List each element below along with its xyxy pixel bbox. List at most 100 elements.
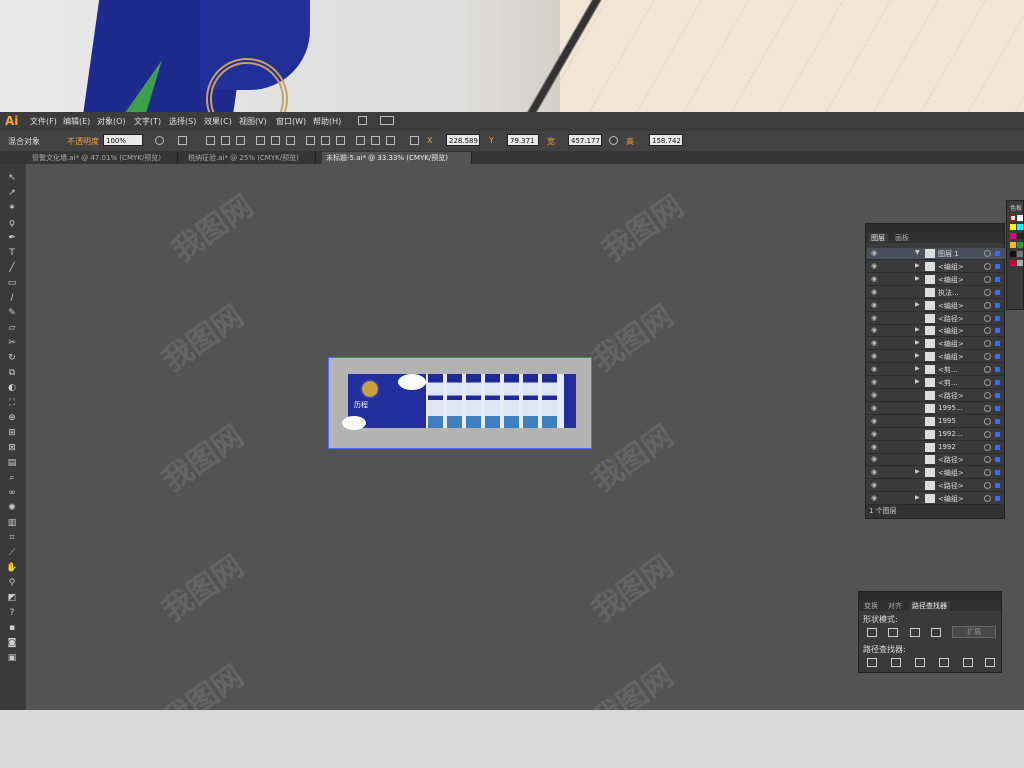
layer-name[interactable]: <编组> (938, 352, 964, 362)
blend-tool-icon[interactable]: ∞ (6, 487, 18, 499)
tab-align[interactable]: 对齐 (885, 601, 905, 611)
visibility-eye-icon[interactable]: ◉ (871, 417, 879, 425)
layer-row[interactable]: ◉ ▶ <编组> (867, 467, 1005, 480)
layer-row[interactable]: ◉ ▶ <编组> (867, 261, 1005, 273)
swatch-gray[interactable] (1017, 251, 1023, 257)
doc-tab-3[interactable]: 未标题-5.ai* @ 33.33% (CMYK/预览) (322, 152, 472, 164)
visibility-eye-icon[interactable]: ◉ (871, 391, 879, 399)
target-circle-icon[interactable] (984, 366, 991, 374)
draw-mode-icon[interactable]: ◙ (6, 637, 18, 649)
align-center-icon[interactable] (221, 136, 230, 145)
visibility-eye-icon[interactable]: ◉ (871, 404, 879, 412)
target-circle-icon[interactable] (984, 379, 991, 386)
menu-effect[interactable]: 效果(C) (204, 116, 232, 127)
distribute-middle-icon[interactable] (321, 136, 330, 145)
layer-name[interactable]: <路径> (938, 455, 964, 465)
layer-name[interactable]: <编组> (938, 339, 964, 349)
target-circle-icon[interactable] (984, 327, 991, 335)
layer-row[interactable]: ◉ 1992... (867, 429, 1005, 441)
target-circle-icon[interactable] (984, 275, 991, 283)
visibility-eye-icon[interactable]: ◉ (871, 327, 879, 334)
panel-header[interactable] (859, 592, 1001, 600)
layer-row[interactable]: ◉ 1992 (867, 442, 1005, 454)
layer-row[interactable]: ◉ ▶ <剪... (867, 377, 1005, 389)
distribute-right-icon[interactable] (386, 136, 395, 145)
artwork-timeline-panels[interactable] (426, 374, 564, 428)
minus-back-icon[interactable] (985, 658, 995, 667)
layer-name[interactable]: <编组> (938, 262, 964, 272)
fill-stroke-icon[interactable]: ◩ (6, 592, 18, 604)
layer-row[interactable]: ◉ <路径> (867, 454, 1005, 467)
layer-row[interactable]: ◉ ▶ <编组> (867, 274, 1005, 286)
expand-arrow-icon[interactable]: ▶ (915, 365, 920, 372)
target-circle-icon[interactable] (984, 314, 991, 322)
expand-arrow-icon[interactable]: ▼ (915, 249, 920, 256)
align-middle-icon[interactable] (271, 136, 280, 145)
layer-row[interactable]: ◉ <路径> (867, 390, 1005, 402)
align-to-icon[interactable] (178, 136, 187, 145)
slice-tool-icon[interactable]: ⟋ (6, 547, 18, 559)
visibility-eye-icon[interactable]: ◉ (871, 495, 879, 502)
tab-transform[interactable]: 变换 (861, 601, 881, 611)
visibility-eye-icon[interactable]: ◉ (871, 301, 879, 309)
swatch-none[interactable] (1010, 215, 1016, 221)
hand-tool-icon[interactable]: ✋ (6, 562, 18, 574)
layer-row[interactable]: ◉ ▶ <编组> (867, 338, 1005, 351)
perspective-grid-tool-icon[interactable]: ⊞ (6, 427, 18, 439)
visibility-eye-icon[interactable]: ◉ (871, 482, 879, 489)
artwork-end-panel[interactable] (564, 374, 576, 428)
rectangle-tool-icon[interactable]: ▭ (6, 277, 18, 289)
target-circle-icon[interactable] (984, 301, 991, 309)
expand-arrow-icon[interactable]: ▶ (915, 378, 920, 385)
artboard-tool-icon[interactable]: ⌗ (6, 532, 18, 544)
selection-tool-icon[interactable]: ↖ (6, 172, 18, 184)
eyedropper-tool-icon[interactable]: ⌕ (6, 472, 18, 484)
target-circle-icon[interactable] (984, 430, 991, 438)
shape-builder-tool-icon[interactable]: ⊕ (6, 412, 18, 424)
visibility-eye-icon[interactable]: ◉ (871, 314, 879, 322)
target-circle-icon[interactable] (984, 469, 991, 477)
screen-mode-icon[interactable]: ▣ (6, 652, 18, 664)
target-circle-icon[interactable] (984, 391, 991, 399)
menu-select[interactable]: 选择(S) (169, 116, 196, 127)
pen-tool-icon[interactable]: ✒ (6, 232, 18, 244)
visibility-eye-icon[interactable]: ◉ (871, 443, 879, 451)
visibility-eye-icon[interactable]: ◉ (871, 353, 879, 360)
symbol-sprayer-tool-icon[interactable]: ✺ (6, 502, 18, 514)
align-left-icon[interactable] (206, 136, 215, 145)
layer-row[interactable]: ◉ 执法... (867, 287, 1005, 299)
swatch-red[interactable] (1010, 260, 1016, 266)
visibility-eye-icon[interactable]: ◉ (871, 379, 879, 386)
menu-window[interactable]: 窗口(W) (276, 116, 306, 127)
target-circle-icon[interactable] (984, 250, 991, 257)
target-circle-icon[interactable] (984, 288, 991, 296)
visibility-eye-icon[interactable]: ◉ (871, 469, 879, 476)
tab-pathfinder[interactable]: 路径查找器 (909, 601, 950, 611)
swatch-black[interactable] (1017, 233, 1023, 239)
layer-name[interactable]: 图层 1 (938, 249, 959, 259)
x-field[interactable]: 228.589 (446, 134, 480, 146)
layer-name[interactable]: <编组> (938, 494, 964, 504)
color-mode-icon[interactable]: ▪ (6, 622, 18, 634)
visibility-eye-icon[interactable]: ◉ (871, 275, 879, 283)
tab-artboards[interactable]: 画板 (892, 233, 912, 243)
warp-tool-icon[interactable]: ◐ (6, 382, 18, 394)
scale-tool-icon[interactable]: ⧉ (6, 367, 18, 379)
layer-name[interactable]: <编组> (938, 275, 964, 285)
menu-help[interactable]: 帮助(H) (313, 116, 341, 127)
eraser-tool-icon[interactable]: ▱ (6, 322, 18, 334)
layer-name[interactable]: <编组> (938, 468, 964, 478)
target-circle-icon[interactable] (984, 262, 991, 270)
bridge-icon[interactable] (358, 116, 367, 125)
visibility-eye-icon[interactable]: ◉ (871, 340, 879, 347)
help-icon[interactable]: ? (6, 607, 18, 619)
swatch-white[interactable] (1017, 215, 1023, 221)
minus-front-icon[interactable] (888, 628, 898, 637)
target-circle-icon[interactable] (984, 456, 991, 464)
target-circle-icon[interactable] (984, 417, 991, 425)
layer-name[interactable]: 1992... (938, 430, 963, 438)
recolor-icon[interactable] (155, 136, 164, 145)
artboard[interactable]: 历程 (328, 357, 592, 449)
layer-name[interactable]: 执法... (938, 288, 959, 298)
doc-tab-1[interactable]: 管警文化墙.ai* @ 47.01% (CMYK/预览) (28, 152, 178, 164)
